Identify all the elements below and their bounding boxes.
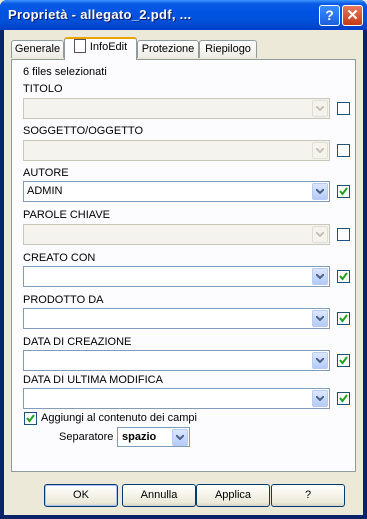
autore-value: ADMIN	[27, 185, 63, 197]
separator-select[interactable]: spazio	[117, 427, 190, 447]
data-creazione-combo[interactable]	[23, 350, 330, 371]
titolo-combo[interactable]	[23, 98, 330, 119]
window-title: Proprietà - allegato_2.pdf, ...	[8, 7, 192, 22]
parole-chiave-combo[interactable]	[23, 224, 330, 245]
chevron-down-icon[interactable]	[172, 429, 188, 446]
chevron-down-icon[interactable]	[312, 268, 328, 285]
chevron-down-icon[interactable]	[312, 183, 328, 200]
tab-label: Generale	[14, 43, 61, 55]
dialog-body: Generale InfoEdit Protezione Riepilogo 6…	[4, 30, 363, 515]
autore-checkbox[interactable]	[337, 185, 350, 198]
chevron-down-icon[interactable]	[312, 352, 328, 369]
chevron-down-icon[interactable]	[312, 142, 328, 159]
cancel-button[interactable]: Annulla	[122, 484, 196, 507]
creato-con-combo[interactable]	[23, 266, 330, 287]
data-modifica-checkbox[interactable]	[337, 392, 350, 405]
title-bar[interactable]: Proprietà - allegato_2.pdf, ... ? ✕	[0, 0, 367, 30]
chevron-down-icon[interactable]	[312, 226, 328, 243]
help-button[interactable]: ?	[271, 484, 345, 507]
selection-count: 6 files selezionati	[23, 66, 107, 78]
separator-label: Separatore	[59, 431, 114, 443]
properties-dialog: Proprietà - allegato_2.pdf, ... ? ✕ Gene…	[0, 0, 367, 519]
ok-button[interactable]: OK	[44, 484, 118, 507]
append-label: Aggiungi al contenuto dei campi	[41, 412, 197, 424]
titolo-checkbox[interactable]	[337, 102, 350, 115]
chevron-down-icon[interactable]	[312, 100, 328, 117]
close-button[interactable]: ✕	[342, 5, 363, 26]
field-label-soggetto: SOGGETTO/OGGETTO	[23, 125, 143, 137]
field-label-prodotto-da: PRODOTTO DA	[23, 294, 104, 306]
parole-chiave-checkbox[interactable]	[337, 228, 350, 241]
tab-generale[interactable]: Generale	[11, 40, 64, 58]
tab-riepilogo[interactable]: Riepilogo	[199, 40, 257, 58]
autore-combo[interactable]: ADMIN	[23, 181, 330, 202]
apply-button[interactable]: Applica	[196, 484, 270, 507]
help-title-button[interactable]: ?	[319, 5, 340, 26]
field-label-titolo: TITOLO	[23, 83, 63, 95]
soggetto-combo[interactable]	[23, 140, 330, 161]
tab-label: Protezione	[141, 43, 195, 55]
field-label-data-creazione: DATA DI CREAZIONE	[23, 336, 132, 348]
field-label-data-modifica: DATA DI ULTIMA MODIFICA	[23, 374, 163, 386]
field-label-creato-con: CREATO CON	[23, 252, 96, 264]
append-checkbox[interactable]	[24, 412, 37, 425]
infoedit-panel: 6 files selezionati TITOLO SOGGETTO/OGGE…	[11, 59, 356, 472]
data-creazione-checkbox[interactable]	[337, 354, 350, 367]
field-label-autore: AUTORE	[23, 167, 69, 179]
tab-infoedit[interactable]: InfoEdit	[64, 37, 137, 60]
prodotto-da-checkbox[interactable]	[337, 312, 350, 325]
button-row: OK Annulla Applica ?	[4, 484, 363, 507]
chevron-down-icon[interactable]	[312, 310, 328, 327]
separator-value: spazio	[122, 431, 157, 443]
document-icon	[73, 39, 86, 54]
soggetto-checkbox[interactable]	[337, 144, 350, 157]
data-modifica-combo[interactable]	[23, 388, 330, 409]
creato-con-checkbox[interactable]	[337, 270, 350, 283]
tab-label: Riepilogo	[205, 43, 251, 55]
tab-protezione[interactable]: Protezione	[137, 40, 199, 58]
field-label-parole-chiave: PAROLE CHIAVE	[23, 209, 111, 221]
chevron-down-icon[interactable]	[312, 390, 328, 407]
tab-label: InfoEdit	[89, 41, 128, 53]
prodotto-da-combo[interactable]	[23, 308, 330, 329]
